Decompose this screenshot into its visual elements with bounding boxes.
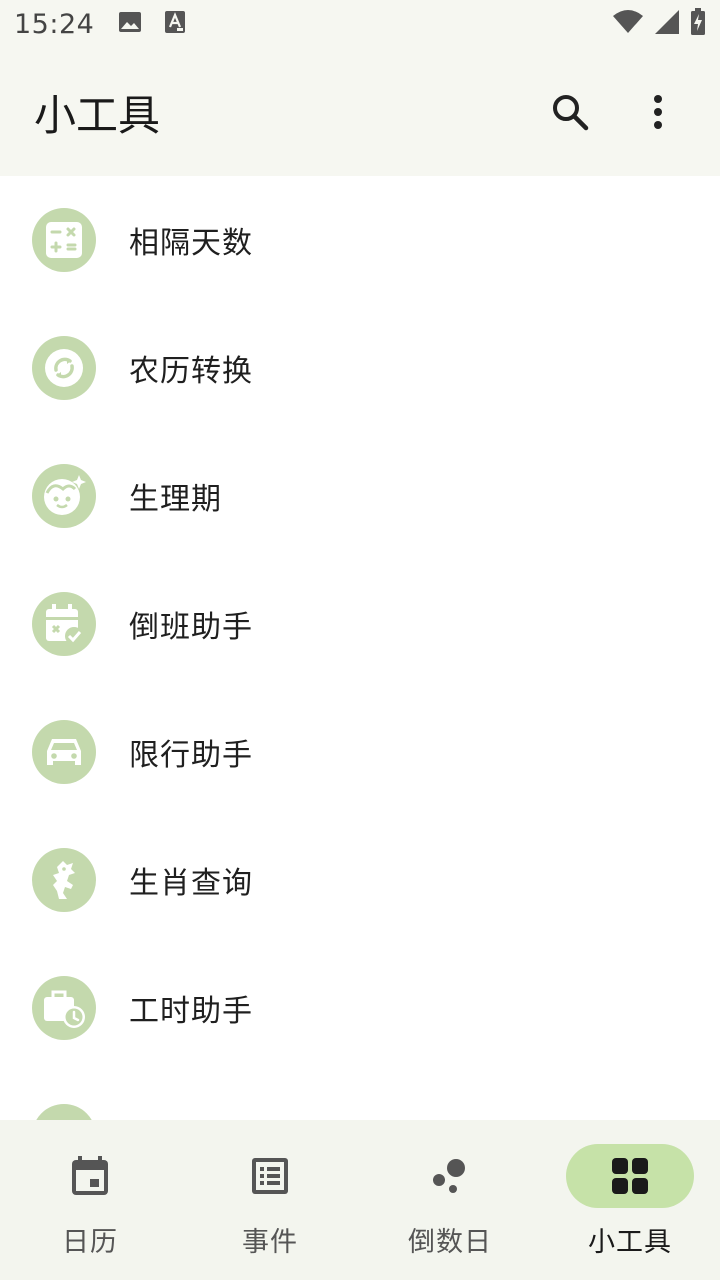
tool-item-work-hours[interactable]: 工时助手 xyxy=(0,944,720,1072)
nav-pill xyxy=(386,1144,514,1208)
nav-item-tools[interactable]: 小工具 xyxy=(540,1120,720,1280)
nav-item-calendar[interactable]: 日历 xyxy=(0,1120,180,1280)
more-vert-icon xyxy=(654,95,662,129)
app-bar: 小工具 xyxy=(0,48,720,176)
wifi-icon xyxy=(612,10,644,38)
status-time: 15:24 xyxy=(14,8,95,40)
cell-signal-icon xyxy=(654,9,680,39)
work-time-icon xyxy=(32,976,96,1040)
bottom-nav: 日历 事件 倒数日 小工具 xyxy=(0,1120,720,1280)
calendar-icon xyxy=(72,1156,108,1195)
tool-label: 生肖查询 xyxy=(129,866,253,901)
tool-label: 生理期 xyxy=(129,482,222,517)
nav-label: 事件 xyxy=(242,1227,298,1258)
status-left-icons xyxy=(118,10,186,38)
status-right-icons xyxy=(612,8,706,40)
tool-list: 相隔天数 农历转换 生理期 倒班助手 限行助手 生肖查询 工时助手 xyxy=(0,176,720,1120)
nav-pill xyxy=(206,1144,334,1208)
bubbles-icon xyxy=(433,1159,465,1193)
app-bar-actions xyxy=(548,90,680,134)
zodiac-icon xyxy=(32,848,96,912)
tool-item-zodiac[interactable]: 生肖查询 xyxy=(0,816,720,944)
nav-item-events[interactable]: 事件 xyxy=(180,1120,360,1280)
tool-label: 倒班助手 xyxy=(129,610,253,645)
tool-item-period[interactable]: 生理期 xyxy=(0,432,720,560)
list-icon xyxy=(252,1158,288,1194)
partial-icon xyxy=(32,1104,96,1120)
tool-item-lunar-convert[interactable]: 农历转换 xyxy=(0,304,720,432)
tool-label: 限行助手 xyxy=(129,738,253,773)
font-icon xyxy=(164,10,186,38)
nav-item-countdown[interactable]: 倒数日 xyxy=(360,1120,540,1280)
search-icon xyxy=(553,95,589,131)
convert-icon xyxy=(32,336,96,400)
face-icon xyxy=(32,464,96,528)
image-icon xyxy=(118,10,142,38)
nav-label: 倒数日 xyxy=(408,1227,492,1258)
tool-item-date-diff[interactable]: 相隔天数 xyxy=(0,176,720,304)
tool-item-partial[interactable] xyxy=(0,1072,720,1120)
calculator-icon xyxy=(32,208,96,272)
nav-label: 小工具 xyxy=(588,1227,672,1258)
tool-label: 相隔天数 xyxy=(129,226,253,261)
page-title: 小工具 xyxy=(34,90,161,140)
nav-pill xyxy=(26,1144,154,1208)
tool-label: 工时助手 xyxy=(129,994,253,1029)
tool-label: 农历转换 xyxy=(129,354,253,389)
battery-charging-icon xyxy=(690,8,706,40)
search-button[interactable] xyxy=(548,90,592,134)
tool-item-traffic-limit[interactable]: 限行助手 xyxy=(0,688,720,816)
grid-icon xyxy=(612,1158,648,1194)
tool-item-shift[interactable]: 倒班助手 xyxy=(0,560,720,688)
status-bar: 15:24 xyxy=(0,0,720,48)
more-options-button[interactable] xyxy=(636,90,680,134)
car-icon xyxy=(32,720,96,784)
nav-label: 日历 xyxy=(62,1227,118,1258)
calendar-check-icon xyxy=(32,592,96,656)
nav-pill-active xyxy=(566,1144,694,1208)
